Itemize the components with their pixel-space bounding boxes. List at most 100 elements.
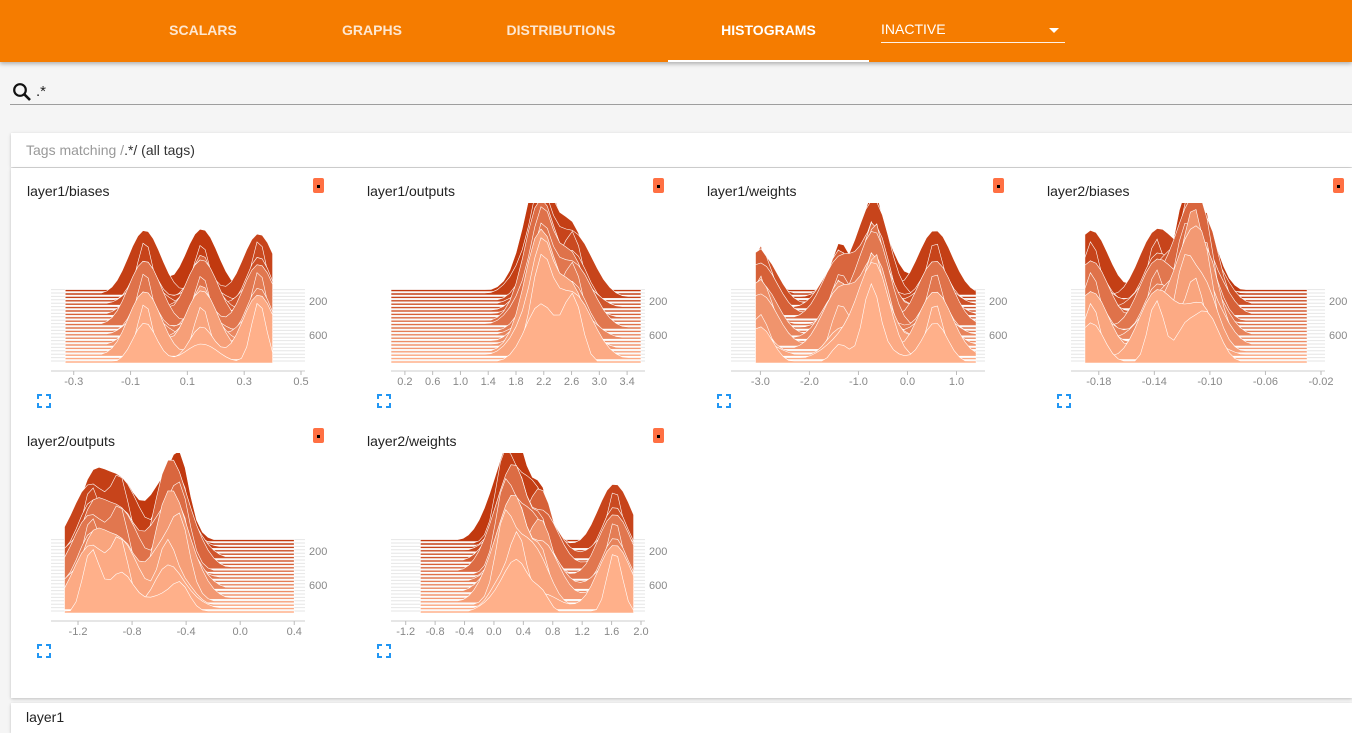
x-tick-label: -1.2: [396, 626, 415, 638]
x-tick-label: -1.0: [849, 376, 868, 388]
x-tick-label: 2.2: [536, 376, 551, 388]
histogram-chart: -1.2 -0.8 -0.4 0.0 0.4 0.8 1.2 1.6 2.0 200 600: [391, 453, 667, 638]
histogram-card: layer1/biases -0.3 -0.1 0.1 0.3 0.5 200 600: [11, 168, 341, 408]
x-tick-label: -0.4: [455, 626, 474, 638]
card-title: layer1/weights: [707, 183, 797, 199]
x-tick-label: 2.6: [564, 376, 579, 388]
x-tick-label: -0.3: [64, 376, 83, 388]
expand-icon[interactable]: [377, 644, 391, 658]
x-tick-label: 0.0: [900, 376, 915, 388]
top-navigation-bar: SCALARS GRAPHS DISTRIBUTIONS HISTOGRAMS …: [0, 0, 1352, 62]
x-tick-label: 1.0: [949, 376, 964, 388]
x-tick-label: 0.0: [233, 626, 248, 638]
y-tick-label: 200: [309, 296, 327, 308]
card-title: layer2/outputs: [27, 433, 115, 449]
histogram-chart: -0.3 -0.1 0.1 0.3 0.5 200 600: [51, 228, 327, 388]
tab-scalars[interactable]: SCALARS: [150, 0, 256, 62]
x-tick-label: -3.0: [751, 376, 770, 388]
card-title: layer1/biases: [27, 183, 110, 199]
histogram-card-grid: layer1/biases -0.3 -0.1 0.1 0.3 0.5 200 600 la…: [11, 168, 1352, 698]
histogram-chart: 0.2 0.6 1.0 1.4 1.8 2.2 2.6 3.0 3.4 200 600: [390, 203, 667, 388]
y-tick-label: 200: [649, 296, 667, 308]
y-tick-label: 600: [649, 580, 667, 592]
x-tick-label: 0.0: [486, 626, 501, 638]
run-color-chip[interactable]: [313, 178, 324, 193]
search-icon: [13, 83, 31, 101]
card-title: layer1/outputs: [367, 183, 455, 199]
x-tick-label: 2.0: [633, 626, 648, 638]
x-tick-label: 3.4: [619, 376, 634, 388]
next-tag-group-title: layer1: [26, 709, 65, 725]
card-title: layer2/weights: [367, 433, 457, 449]
next-tag-group-header[interactable]: layer1: [11, 703, 1352, 733]
expand-icon[interactable]: [37, 394, 51, 408]
x-tick-label: 1.0: [453, 376, 468, 388]
x-tick-label: -0.4: [177, 626, 196, 638]
x-tick-label: 1.8: [508, 376, 523, 388]
x-tick-label: 0.2: [397, 376, 412, 388]
tab-distributions[interactable]: DISTRIBUTIONS: [490, 0, 632, 62]
active-tab-underline: [668, 60, 869, 62]
histogram-chart: -0.18 -0.14 -0.10 -0.06 -0.02 200 600: [1071, 203, 1347, 388]
expand-icon[interactable]: [377, 394, 391, 408]
y-tick-label: 600: [989, 330, 1007, 342]
run-color-chip[interactable]: [993, 178, 1004, 193]
x-tick-label: 0.4: [287, 626, 302, 638]
x-tick-label: 0.1: [180, 376, 195, 388]
card-title: layer2/biases: [1047, 183, 1130, 199]
search-input[interactable]: [36, 80, 1336, 102]
tag-group-regex: .*: [124, 142, 134, 158]
x-tick-label: -0.1: [121, 376, 140, 388]
run-selector-dropdown[interactable]: INACTIVE: [881, 18, 1065, 43]
tab-graphs[interactable]: GRAPHS: [320, 0, 424, 62]
tab-histograms[interactable]: HISTOGRAMS: [668, 0, 869, 62]
tag-group-suffix: / (all tags): [133, 142, 195, 158]
tag-group-title: Tags matching /.*/ (all tags): [26, 142, 195, 158]
histogram-card: layer2/weights -1.2 -0.8 -0.4 0.0 0.4 0.8 1.2 1…: [351, 418, 681, 658]
y-tick-label: 600: [309, 330, 327, 342]
y-tick-label: 600: [1329, 330, 1347, 342]
histogram-chart: -3.0 -2.0 -1.0 0.0 1.0 200 600: [731, 203, 1007, 388]
x-tick-label: -0.8: [426, 626, 445, 638]
x-tick-label: 0.4: [516, 626, 531, 638]
y-tick-label: 600: [309, 580, 327, 592]
x-tick-label: -0.06: [1253, 376, 1278, 388]
x-tick-label: 0.6: [425, 376, 440, 388]
x-tick-label: -0.8: [123, 626, 142, 638]
expand-icon[interactable]: [37, 644, 51, 658]
y-tick-label: 200: [309, 546, 327, 558]
y-tick-label: 600: [649, 330, 667, 342]
x-tick-label: 0.3: [237, 376, 252, 388]
tab-histograms-label: HISTOGRAMS: [721, 22, 816, 38]
x-tick-label: 1.6: [604, 626, 619, 638]
x-tick-label: -0.02: [1308, 376, 1333, 388]
tag-group-header[interactable]: Tags matching /.*/ (all tags): [11, 133, 1352, 167]
caret-down-icon: [1049, 28, 1059, 33]
expand-icon[interactable]: [1057, 394, 1071, 408]
histogram-card: layer2/outputs -1.2 -0.8 -0.4 0.0 0.4 200 600: [11, 418, 341, 658]
x-tick-label: 1.2: [575, 626, 590, 638]
x-tick-label: -0.10: [1197, 376, 1222, 388]
run-color-chip[interactable]: [653, 428, 664, 443]
x-tick-label: 3.0: [592, 376, 607, 388]
x-tick-label: 0.8: [545, 626, 560, 638]
x-tick-label: -0.14: [1142, 376, 1167, 388]
tag-filter-search: [10, 78, 1352, 105]
run-color-chip[interactable]: [313, 428, 324, 443]
x-tick-label: 0.5: [293, 376, 308, 388]
x-tick-label: -2.0: [800, 376, 819, 388]
run-color-chip[interactable]: [653, 178, 664, 193]
y-tick-label: 200: [649, 546, 667, 558]
histogram-chart: -1.2 -0.8 -0.4 0.0 0.4 200 600: [51, 453, 327, 638]
y-tick-label: 200: [989, 296, 1007, 308]
x-tick-label: -1.2: [69, 626, 88, 638]
x-tick-label: -0.18: [1086, 376, 1111, 388]
histogram-card: layer1/weights -3.0 -2.0 -1.0 0.0 1.0 200 600: [691, 168, 1021, 408]
x-tick-label: 1.4: [481, 376, 496, 388]
y-tick-label: 200: [1329, 296, 1347, 308]
histogram-card: layer1/outputs 0.2 0.6 1.0 1.4 1.8 2.2 2.6 3.0 3…: [351, 168, 681, 408]
tag-group-prefix: Tags matching /: [26, 142, 125, 158]
expand-icon[interactable]: [717, 394, 731, 408]
histogram-card: layer2/biases -0.18 -0.14 -0.10 -0.06 -0.02 2…: [1031, 168, 1352, 408]
run-color-chip[interactable]: [1333, 178, 1344, 193]
